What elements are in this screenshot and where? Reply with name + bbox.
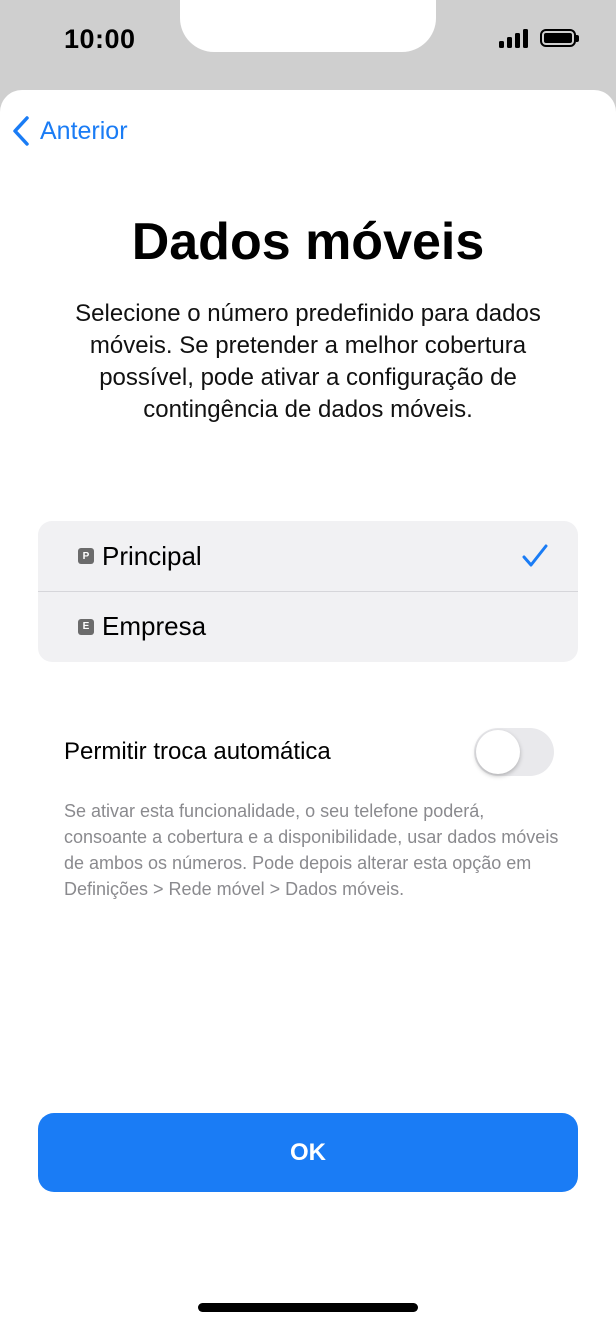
- ok-button[interactable]: OK: [38, 1113, 578, 1192]
- auto-switch-footnote: Se ativar esta funcionalidade, o seu tel…: [64, 801, 559, 899]
- line-option-label: Principal: [102, 540, 202, 571]
- auto-switch-row: Permitir troca automática: [64, 726, 554, 778]
- page-subtitle: Selecione o número predefinido para dado…: [75, 300, 541, 423]
- chevron-left-icon: [13, 116, 29, 146]
- sim-badge-icon: E: [78, 618, 94, 635]
- back-button[interactable]: Anterior: [12, 116, 128, 146]
- toggle-knob: [476, 730, 520, 774]
- line-option-label: Empresa: [102, 611, 207, 641]
- back-label: Anterior: [40, 116, 128, 145]
- page-title: Dados móveis: [131, 213, 485, 271]
- line-option-principal[interactable]: P Principal: [38, 521, 578, 591]
- notch: [180, 0, 436, 52]
- home-indicator[interactable]: [198, 1303, 418, 1312]
- status-icons: [499, 28, 579, 48]
- checkmark-icon: [522, 544, 548, 567]
- battery-icon: [540, 29, 579, 47]
- sim-badge-icon: P: [78, 548, 94, 564]
- status-time: 10:00: [64, 24, 136, 54]
- auto-switch-label: Permitir troca automática: [64, 738, 331, 765]
- auto-switch-toggle[interactable]: [474, 728, 554, 776]
- line-option-empresa[interactable]: E Empresa: [38, 591, 578, 661]
- cellular-signal-icon: [499, 28, 528, 48]
- line-options-list: P Principal E Empresa: [38, 521, 578, 662]
- phone-frame: 10:00 Anterior Dados móveis Selecione o …: [0, 0, 616, 1333]
